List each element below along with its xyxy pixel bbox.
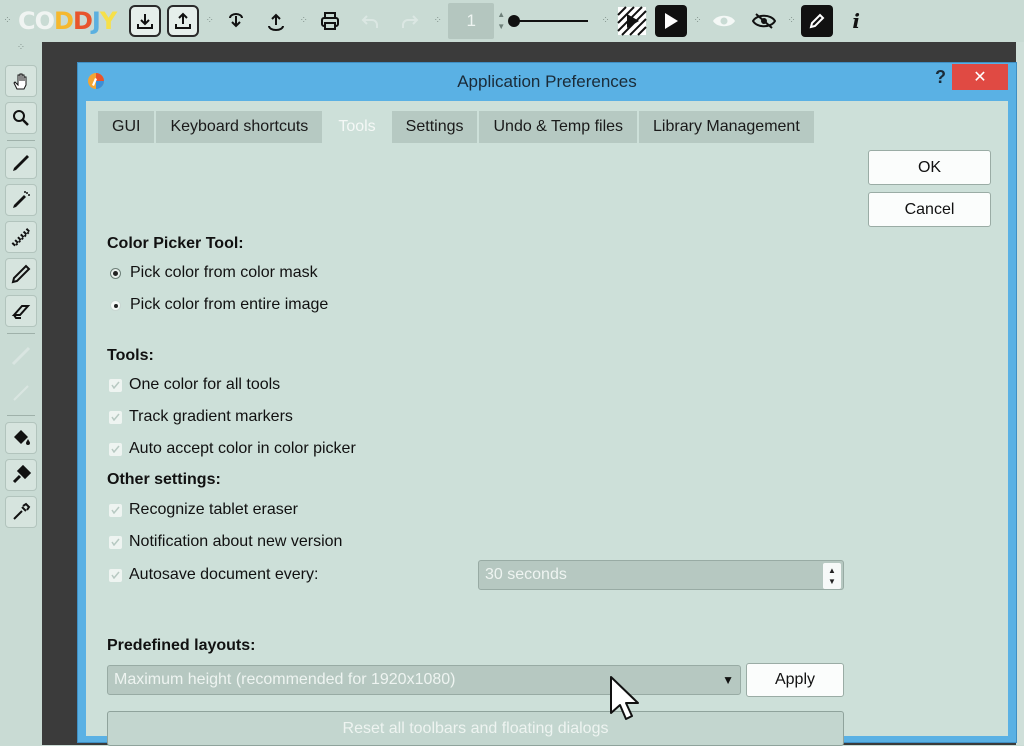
checkbox-new-version[interactable]: Notification about new version — [109, 533, 342, 551]
checkbox-label: Autosave document every: — [129, 566, 319, 583]
tab-gui[interactable]: GUI — [98, 111, 157, 143]
ok-button[interactable]: OK — [868, 150, 991, 185]
toolbar-grip[interactable]: ⁘ — [430, 7, 444, 35]
toolbar-grip[interactable]: ⁘ — [0, 7, 14, 35]
checkbox-one-color[interactable]: One color for all tools — [109, 376, 280, 394]
zoom-slider[interactable] — [508, 12, 589, 30]
checkbox-tablet-eraser[interactable]: Recognize tablet eraser — [109, 501, 298, 519]
checkbox-label: Notification about new version — [129, 533, 343, 550]
toolbar-grip[interactable]: ⁘ — [202, 7, 216, 35]
pencil-tool-icon[interactable] — [5, 258, 37, 290]
separator — [7, 333, 35, 334]
tab-undo-temp-files[interactable]: Undo & Temp files — [479, 111, 640, 143]
eraser-tool-icon[interactable] — [5, 295, 37, 327]
help-button[interactable]: ? — [935, 67, 946, 88]
redo-icon[interactable] — [393, 4, 427, 38]
checkbox-autosave[interactable]: Autosave document every: — [109, 566, 318, 584]
undo-icon[interactable] — [353, 4, 387, 38]
line-tool-icon[interactable] — [5, 377, 37, 409]
close-button[interactable]: ✕ — [952, 64, 1008, 90]
other-settings-heading: Other settings: — [107, 471, 221, 488]
pattern-tool-icon[interactable] — [5, 221, 37, 253]
radio-entire-image[interactable]: Pick color from entire image — [110, 296, 328, 314]
mouse-cursor-icon — [610, 676, 639, 720]
spinbox-arrows[interactable]: ▲ ▼ — [823, 563, 841, 589]
checkbox-label: Recognize tablet eraser — [129, 501, 298, 518]
autosave-interval-spinbox[interactable]: 30 seconds ▲ ▼ — [478, 560, 844, 590]
hand-tool-icon[interactable] — [5, 65, 37, 97]
dialog-title: Application Preferences — [457, 72, 637, 91]
toolbar-grip[interactable]: ⁘ — [690, 7, 704, 35]
app-logo: CODDJY — [18, 7, 117, 35]
radio-label: Pick color from entire image — [130, 296, 329, 313]
reset-toolbars-button[interactable]: Reset all toolbars and floating dialogs — [107, 711, 844, 746]
tab-library-management[interactable]: Library Management — [639, 111, 816, 143]
color-picker-heading: Color Picker Tool: — [107, 235, 244, 252]
separator — [7, 140, 35, 141]
radio-label: Pick color from color mask — [130, 264, 318, 281]
page-number-field[interactable]: 1 — [448, 3, 495, 39]
separator — [7, 415, 35, 416]
eye-icon[interactable] — [707, 4, 741, 38]
checkbox-label: Auto accept color in color picker — [129, 440, 356, 457]
toolbar-grip[interactable]: ⁘ — [296, 7, 310, 35]
smudge-tool-icon[interactable] — [5, 340, 37, 372]
print-icon[interactable] — [313, 4, 347, 38]
toolbar-grip[interactable]: ⁘ — [784, 7, 798, 35]
tab-settings[interactable]: Settings — [391, 111, 480, 143]
checkbox-track-gradient[interactable]: Track gradient markers — [109, 408, 293, 426]
tab-tools[interactable]: Tools — [324, 111, 392, 143]
checkbox-indicator[interactable] — [109, 535, 122, 549]
checkbox-indicator[interactable] — [109, 410, 122, 424]
onion-skin-icon[interactable] — [615, 4, 649, 38]
page-spinner[interactable]: ▲ ▼ — [497, 9, 505, 33]
airbrush-tool-icon[interactable] — [5, 184, 37, 216]
eye-hidden-icon[interactable] — [747, 4, 781, 38]
checkbox-label: Track gradient markers — [129, 408, 293, 425]
layout-dropdown[interactable]: Maximum height (recommended for 1920x108… — [107, 665, 741, 695]
dialog-titlebar[interactable]: Application Preferences ? ✕ — [78, 63, 1016, 101]
stamp-tool-icon[interactable] — [5, 459, 37, 491]
checkbox-auto-accept[interactable]: Auto accept color in color picker — [109, 440, 356, 458]
brush-tool-icon[interactable] — [5, 147, 37, 179]
checkbox-indicator[interactable] — [109, 442, 122, 456]
layout-dropdown-value: Maximum height (recommended for 1920x108… — [114, 671, 456, 688]
info-icon[interactable]: i — [839, 4, 873, 38]
checkbox-label: One color for all tools — [129, 376, 281, 393]
checkbox-indicator[interactable] — [109, 568, 122, 582]
download-cloud-icon[interactable] — [219, 4, 253, 38]
radio-indicator[interactable] — [110, 267, 121, 279]
apply-button[interactable]: Apply — [746, 663, 844, 697]
tools-heading: Tools: — [107, 347, 154, 364]
color-picker-icon[interactable] — [5, 496, 37, 528]
radio-indicator[interactable] — [110, 299, 121, 311]
import-icon[interactable] — [129, 5, 162, 37]
checkbox-indicator[interactable] — [109, 378, 122, 392]
toolbar-grip[interactable]: ⁘ — [598, 7, 612, 35]
dialog-body: GUI Keyboard shortcuts Tools Settings Un… — [86, 101, 1008, 746]
pencil-edit-icon[interactable] — [801, 5, 834, 37]
left-toolbar: ⁘ — [0, 42, 42, 745]
play-icon[interactable] — [655, 5, 688, 37]
export-icon[interactable] — [167, 5, 200, 37]
radio-color-mask[interactable]: Pick color from color mask — [110, 264, 318, 282]
toolbar-grip[interactable]: ⁘ — [0, 42, 42, 60]
predefined-layouts-heading: Predefined layouts: — [107, 637, 256, 654]
tab-keyboard-shortcuts[interactable]: Keyboard shortcuts — [156, 111, 325, 143]
tab-bar: GUI Keyboard shortcuts Tools Settings Un… — [98, 111, 816, 143]
upload-cloud-icon[interactable] — [259, 4, 293, 38]
app-icon — [88, 73, 104, 89]
top-toolbar: ⁘ CODDJY ⁘ ⁘ ⁘ 1 ▲ ▼ ⁘ ⁘ ⁘ i — [0, 0, 1024, 42]
cancel-button[interactable]: Cancel — [868, 192, 991, 227]
right-panel-edge — [1016, 42, 1024, 745]
preferences-dialog: Application Preferences ? ✕ GUI Keyboard… — [77, 62, 1017, 746]
checkbox-indicator[interactable] — [109, 503, 122, 517]
fill-bucket-icon[interactable] — [5, 422, 37, 454]
chevron-down-icon[interactable]: ▼ — [722, 673, 734, 687]
autosave-interval-value: 30 seconds — [485, 566, 567, 583]
zoom-tool-icon[interactable] — [5, 102, 37, 134]
